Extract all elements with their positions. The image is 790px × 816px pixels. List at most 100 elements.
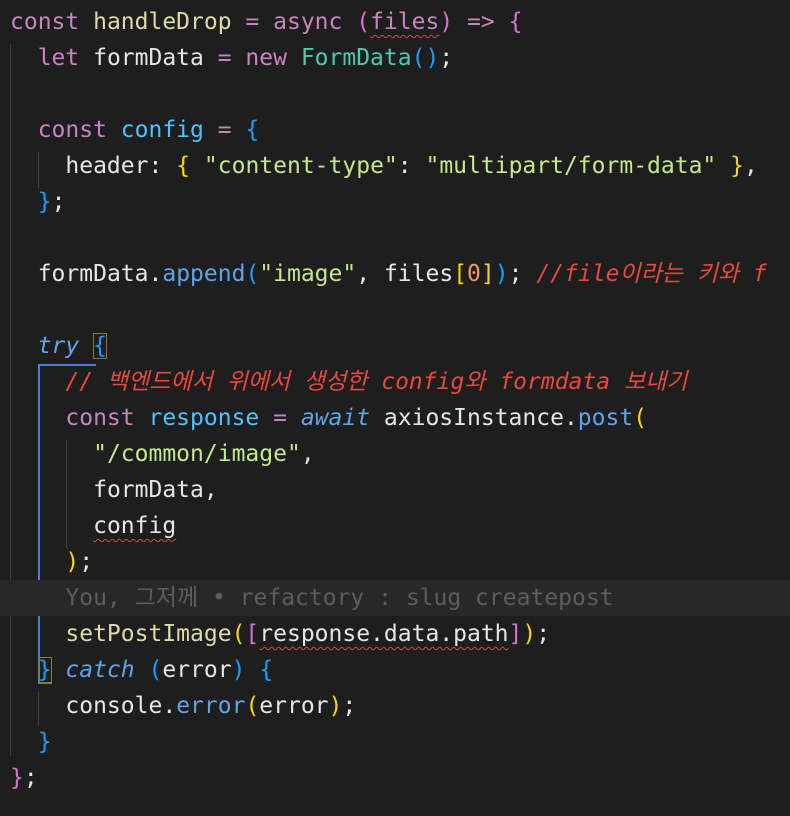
code-token: : (148, 153, 177, 179)
code-token: , (203, 477, 218, 503)
code-line[interactable]: setPostImage([response.data.path]); (0, 616, 790, 652)
code-token: response.data.path (259, 621, 509, 647)
code-token: ; (536, 621, 551, 647)
code-token: } (730, 153, 744, 179)
code-line[interactable]: console.error(error); (0, 688, 790, 724)
code-line[interactable]: formData, (0, 472, 790, 508)
code-token: } (37, 657, 52, 683)
code-token: , (744, 153, 758, 179)
code-token: { (508, 9, 523, 35)
code-token: ] (508, 621, 523, 647)
code-token: { (245, 117, 260, 143)
code-token: "content-type" (203, 153, 398, 179)
code-line[interactable]: ); (0, 544, 790, 580)
code-editor[interactable]: const handleDrop = async (files) => { le… (0, 0, 790, 816)
code-token: ( (231, 621, 246, 647)
code-token: console (65, 693, 163, 719)
code-token: ( (356, 9, 371, 35)
code-token: ) (65, 549, 80, 575)
code-token: { (259, 657, 274, 683)
code-token: => (453, 9, 509, 35)
code-line[interactable]: const config = { (0, 112, 790, 148)
code-line[interactable] (0, 220, 790, 256)
code-line[interactable]: "/common/image", (0, 436, 790, 472)
code-token: , (300, 441, 315, 467)
code-token: axiosInstance (383, 405, 564, 431)
code-token: ; (51, 189, 66, 215)
code-token: config (93, 513, 177, 539)
code-token: header (65, 153, 149, 179)
code-token: await (300, 405, 371, 431)
code-token: 0 (467, 261, 481, 287)
code-line[interactable]: } catch (error) { (0, 652, 790, 688)
code-token: const (37, 117, 121, 143)
code-token: ( (633, 405, 648, 431)
code-line[interactable]: config (0, 508, 790, 544)
code-line[interactable]: let formData = new FormData(); (0, 40, 790, 76)
code-token: ( (148, 657, 163, 683)
code-line-current[interactable]: You, 그저께 • refactory : slug createpost (0, 580, 790, 616)
code-line[interactable]: header: { "content-type": "multipart/for… (0, 148, 790, 184)
code-token: formData (93, 45, 204, 71)
code-token: = (259, 405, 301, 431)
code-token: ) (522, 621, 537, 647)
code-comment: // 백엔드에서 위에서 생성한 config와 formdata 보내기 (65, 369, 688, 395)
code-token: new (245, 45, 301, 71)
code-token: "multipart/form-data" (425, 153, 717, 179)
code-line[interactable]: try { (0, 328, 790, 364)
code-line[interactable]: const response = await axiosInstance.pos… (0, 400, 790, 436)
code-token: . (148, 261, 163, 287)
code-line[interactable]: }; (0, 184, 790, 220)
code-token: "image" (259, 261, 357, 287)
code-token: } (37, 189, 52, 215)
code-token: { (93, 333, 107, 359)
code-token: ) (231, 657, 246, 683)
code-token: ; (79, 549, 94, 575)
code-token: const (65, 405, 149, 431)
code-token: async (273, 9, 357, 35)
code-token: files (370, 9, 440, 35)
code-line[interactable]: }; (0, 760, 790, 796)
code-line[interactable]: formData.append("image", files[0]); //fi… (0, 256, 790, 292)
code-token: . (162, 693, 177, 719)
code-token: : (397, 153, 426, 179)
code-token: FormData (300, 45, 412, 71)
code-token: ; (439, 45, 454, 71)
code-token: try (37, 333, 80, 359)
code-token: error (162, 657, 232, 683)
code-line[interactable] (0, 76, 790, 112)
code-line[interactable]: // 백엔드에서 위에서 생성한 config와 formdata 보내기 (0, 364, 790, 400)
code-token: append (162, 261, 246, 287)
git-blame-annotation: You, 그저께 • refactory : slug createpost (65, 585, 614, 611)
code-line[interactable]: } (0, 724, 790, 760)
code-token: ) (439, 9, 454, 35)
code-comment: //file이라는 키와 f (536, 261, 767, 287)
code-line[interactable] (0, 292, 790, 328)
code-token: catch (65, 657, 135, 683)
code-token: const (10, 9, 94, 35)
code-token: ( (245, 693, 260, 719)
code-token: ; (23, 765, 38, 791)
code-token: ; (342, 693, 357, 719)
code-token: config (120, 117, 204, 143)
code-token: let (37, 45, 94, 71)
code-line[interactable]: const handleDrop = async (files) => { (0, 4, 790, 40)
code-token: formData (93, 477, 204, 503)
code-token: handleDrop (93, 9, 232, 35)
code-token: response (148, 405, 260, 431)
